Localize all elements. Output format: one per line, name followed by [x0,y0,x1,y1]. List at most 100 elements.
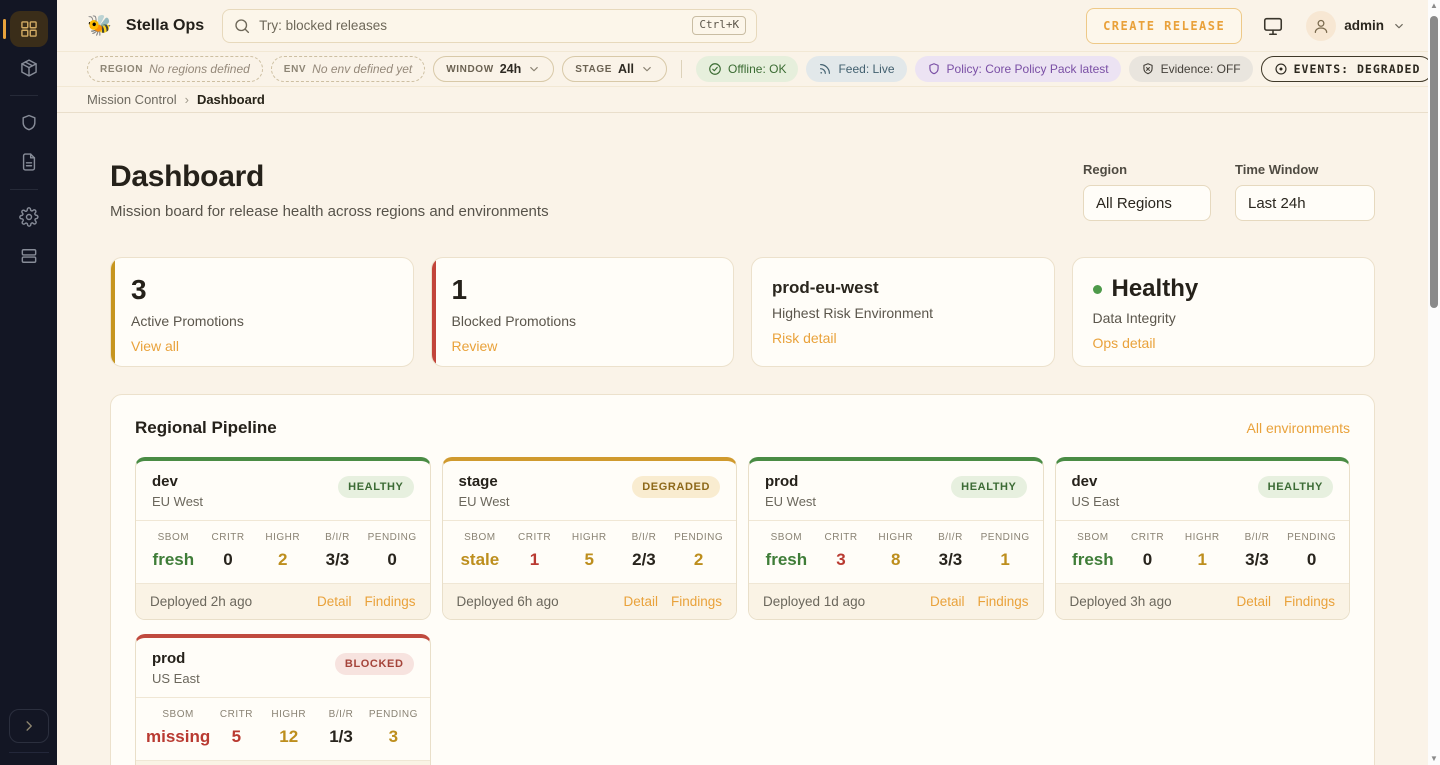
deployed-ago: Deployed 3h ago [1070,594,1172,609]
search-input[interactable] [259,18,684,33]
env-name: prod [152,650,200,667]
env-name: stage [459,473,510,490]
stat-card-active-promotions: 3 Active Promotions View all [110,257,414,367]
breadcrumb-separator: › [185,92,189,107]
breadcrumb-mission-control[interactable]: Mission Control [87,92,177,107]
window-filter-value: 24h [500,62,522,76]
env-region: US East [1072,494,1120,509]
rss-icon [818,62,832,76]
metric-bir: B/I/R 1/3 [315,709,367,747]
time-window-select[interactable]: Last 24h [1235,185,1375,221]
metric-bir: B/I/R 3/3 [1230,532,1285,570]
scrollbar-down-arrow[interactable]: ▼ [1428,754,1440,764]
findings-link[interactable]: Findings [364,594,415,609]
sidebar-item-documents[interactable] [10,144,48,180]
metric-highr: HIGHR 2 [255,532,310,570]
page-subtitle: Mission board for release health across … [110,203,549,220]
status-pill-policy: Policy: Core Policy Pack latest [915,56,1121,82]
sidebar-divider [10,95,38,96]
metric-sbom: SBOM fresh [759,532,814,570]
scrollbar-thumb[interactable] [1430,16,1438,308]
display-mode-button[interactable] [1262,15,1284,37]
active-promotions-count: 3 [131,275,393,306]
env-region: US East [152,671,200,686]
sidebar-expand-button[interactable] [9,709,49,743]
findings-link[interactable]: Findings [1284,594,1335,609]
window-filter-label: WINDOW [446,64,493,75]
app-name: Stella Ops [126,17,204,35]
detail-link[interactable]: Detail [930,594,965,609]
stats-row: 3 Active Promotions View all 1 Blocked P… [110,257,1375,367]
metric-highr: HIGHR 12 [263,709,315,747]
search-icon [233,17,251,35]
stage-filter-label: STAGE [575,64,612,75]
metric-pending: PENDING 3 [367,709,419,747]
review-link[interactable]: Review [452,338,498,354]
chevron-right-icon [20,717,38,735]
regional-pipeline-panel: Regional Pipeline All environments dev E… [110,394,1375,765]
region-select-label: Region [1083,162,1211,177]
env-filter-pill: ENV No env defined yet [271,56,425,82]
highest-risk-env-name: prod-eu-west [772,275,1034,298]
healthy-status-dot [1093,285,1102,294]
status-pill-events: EVENTS: DEGRADED [1261,56,1434,82]
main-content: Dashboard Mission board for release heal… [57,160,1428,765]
status-pill-label: Offline: OK [728,62,786,76]
pipeline-card-prod-eu-west: prod EU West HEALTHY SBOM fresh CRITR 3 … [748,457,1044,620]
status-pill-feed: Feed: Live [806,56,906,82]
stat-card-data-integrity: Healthy Data Integrity Ops detail [1072,257,1376,367]
breadcrumb-current: Dashboard [197,92,265,107]
risk-detail-link[interactable]: Risk detail [772,330,837,346]
create-release-button[interactable]: CREATE RELEASE [1086,8,1242,44]
card-footer: Deployed 1d ago Detail Findings [749,584,1043,619]
findings-link[interactable]: Findings [671,594,722,609]
card-footer: Deployed 3d ago Detail Findings [136,761,430,765]
metrics-row: SBOM missing CRITR 5 HIGHR 12 B/I/R 1/3 … [136,697,430,761]
findings-link[interactable]: Findings [977,594,1028,609]
card-footer: Deployed 2h ago Detail Findings [136,584,430,619]
blocked-promotions-count: 1 [452,275,714,306]
active-promotions-label: Active Promotions [131,313,393,329]
pipeline-card-prod-us-east: prod US East BLOCKED SBOM missing CRITR … [135,634,431,765]
ops-detail-link[interactable]: Ops detail [1093,335,1156,351]
metric-critr: CRITR 0 [201,532,256,570]
circle-dot-icon [1274,62,1288,76]
sidebar-item-settings[interactable] [10,199,48,235]
detail-link[interactable]: Detail [317,594,352,609]
sidebar-item-dashboard[interactable] [10,11,48,47]
server-icon [19,246,39,266]
search-shortcut-kbd: Ctrl+K [692,16,746,34]
env-filter-label: ENV [284,64,306,75]
sidebar-item-security[interactable] [10,105,48,141]
sidebar-bottom-divider [9,752,49,753]
shield-icon [19,113,39,133]
metric-highr: HIGHR 8 [868,532,923,570]
env-filter-value: No env defined yet [312,62,412,76]
user-avatar [1306,11,1336,41]
user-menu[interactable]: admin [1306,11,1406,41]
window-filter-dropdown[interactable]: WINDOW 24h [433,56,554,82]
all-environments-link[interactable]: All environments [1247,420,1351,436]
metrics-row: SBOM fresh CRITR 3 HIGHR 8 B/I/R 3/3 PEN… [749,520,1043,584]
metric-critr: CRITR 5 [210,709,262,747]
global-search[interactable]: Ctrl+K [222,9,757,43]
page-title: Dashboard [110,160,549,194]
detail-link[interactable]: Detail [623,594,658,609]
status-badge: HEALTHY [1258,476,1333,498]
breadcrumb: Mission Control › Dashboard [57,87,1428,113]
highest-risk-label: Highest Risk Environment [772,305,1034,321]
sidebar-item-infrastructure[interactable] [10,238,48,274]
sidebar-item-releases[interactable] [10,50,48,86]
detail-link[interactable]: Detail [1236,594,1271,609]
metric-sbom: SBOM missing [146,709,210,747]
view-all-link[interactable]: View all [131,338,179,354]
region-select[interactable]: All Regions [1083,185,1211,221]
metric-critr: CRITR 0 [1120,532,1175,570]
document-icon [19,152,39,172]
check-circle-icon [708,62,722,76]
shield-outline-icon [927,62,941,76]
status-pill-offline: Offline: OK [696,56,798,82]
metric-highr: HIGHR 5 [562,532,617,570]
stage-filter-dropdown[interactable]: STAGE All [562,56,667,82]
scrollbar-up-arrow[interactable]: ▲ [1428,1,1440,11]
